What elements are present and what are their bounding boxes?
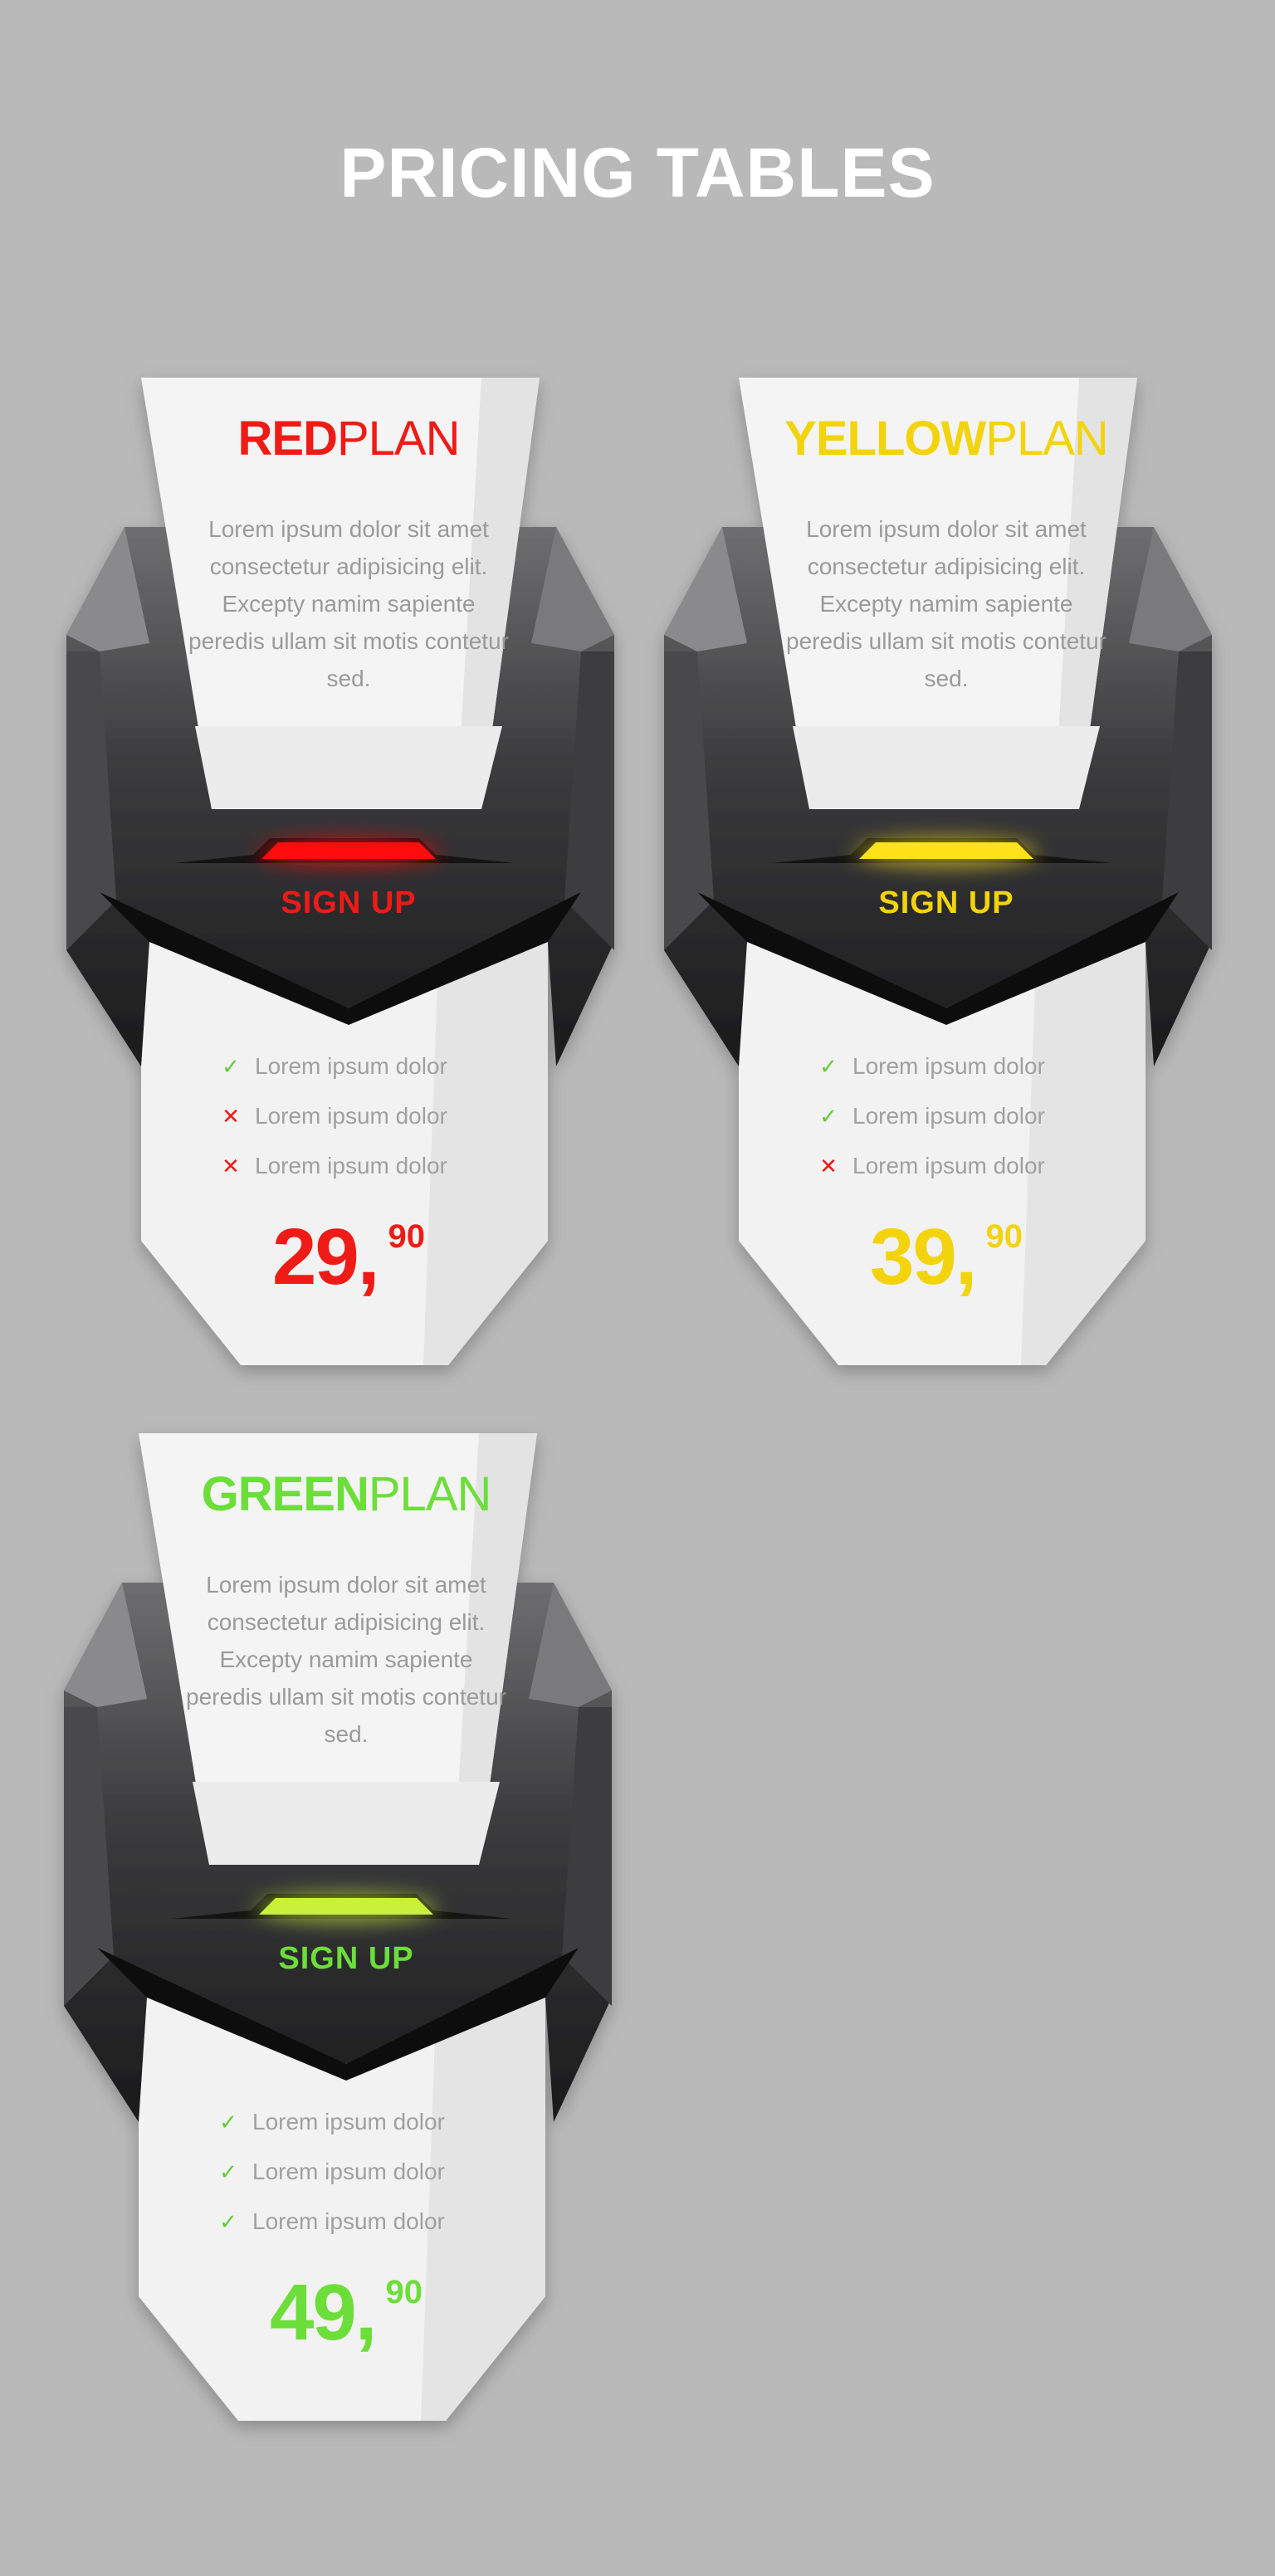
feature-text: Lorem ipsum dolor xyxy=(252,2208,445,2234)
list-item: ✓ Lorem ipsum dolor xyxy=(220,1042,519,1091)
plan-description: Lorem ipsum dolor sit amet consectetur a… xyxy=(188,516,509,691)
feature-text: Lorem ipsum dolor xyxy=(255,1153,447,1178)
cross-icon: ✕ xyxy=(222,1103,240,1129)
list-item: ✕ Lorem ipsum dolor xyxy=(220,1091,519,1141)
sign-up-button[interactable]: SIGN UP xyxy=(222,1941,471,1977)
plan-description: Lorem ipsum dolor sit amet consectetur a… xyxy=(786,516,1106,691)
page-title: PRICING TABLES xyxy=(340,134,935,212)
price-amount: 29, xyxy=(272,1212,379,1301)
feature-text: Lorem ipsum dolor xyxy=(255,1103,447,1129)
plan-title-light: PLAN xyxy=(336,412,461,466)
check-icon: ✓ xyxy=(219,2159,237,2184)
feature-text: Lorem ipsum dolor xyxy=(852,1103,1045,1129)
sign-up-button[interactable]: SIGN UP xyxy=(822,886,1071,921)
cross-icon: ✕ xyxy=(222,1153,240,1178)
check-icon: ✓ xyxy=(219,2208,237,2234)
price-cents: 90 xyxy=(388,1218,425,1255)
list-item: ✓ Lorem ipsum dolor xyxy=(818,1042,1116,1091)
check-icon: ✓ xyxy=(219,2109,237,2134)
price-amount: 39, xyxy=(870,1212,977,1301)
sign-up-button[interactable]: SIGN UP xyxy=(224,886,473,921)
pricing-card-red: REDPLAN Lorem ipsum dolor sit amet conse… xyxy=(66,378,631,1373)
price: 49, 90 xyxy=(130,2267,562,2359)
feature-text: Lorem ipsum dolor xyxy=(252,2159,445,2184)
price: 29, 90 xyxy=(133,1212,564,1303)
list-item: ✓ Lorem ipsum dolor xyxy=(217,2097,516,2147)
plan-title-bold: GREEN xyxy=(201,1467,369,1521)
feature-list: ✓ Lorem ipsum dolor ✓ Lorem ipsum dolor ✓ L… xyxy=(217,2097,516,2247)
check-icon: ✓ xyxy=(222,1053,240,1079)
feature-text: Lorem ipsum dolor xyxy=(252,2109,445,2134)
check-icon: ✓ xyxy=(819,1053,838,1079)
plan-title: REDPLAN xyxy=(133,411,564,466)
cross-icon: ✕ xyxy=(819,1153,838,1178)
check-icon: ✓ xyxy=(819,1103,838,1129)
feature-list: ✓ Lorem ipsum dolor ✓ Lorem ipsum dolor ✕ L… xyxy=(818,1042,1116,1191)
pricing-card-green: GREENPLAN Lorem ipsum dolor sit amet con… xyxy=(64,1433,628,2429)
plan-title-bold: YELLOW xyxy=(784,412,986,466)
status-light xyxy=(859,842,1033,859)
plan-description: Lorem ipsum dolor sit amet consectetur a… xyxy=(186,1572,506,1747)
feature-list: ✓ Lorem ipsum dolor ✕ Lorem ipsum dolor ✕ L… xyxy=(220,1042,519,1191)
list-item: ✓ Lorem ipsum dolor xyxy=(818,1091,1116,1141)
pricing-card-yellow: YELLOWPLAN Lorem ipsum dolor sit amet co… xyxy=(664,378,1229,1373)
list-item: ✓ Lorem ipsum dolor xyxy=(217,2147,516,2197)
list-item: ✕ Lorem ipsum dolor xyxy=(818,1141,1116,1191)
feature-text: Lorem ipsum dolor xyxy=(255,1053,447,1079)
plan-title-light: PLAN xyxy=(368,1467,492,1521)
price-cents: 90 xyxy=(985,1218,1023,1255)
plan-title: YELLOWPLAN xyxy=(730,411,1162,466)
feature-text: Lorem ipsum dolor xyxy=(852,1153,1045,1178)
price: 39, 90 xyxy=(730,1212,1162,1303)
feature-text: Lorem ipsum dolor xyxy=(852,1053,1045,1079)
list-item: ✕ Lorem ipsum dolor xyxy=(220,1141,519,1191)
status-light xyxy=(259,1898,433,1915)
list-item: ✓ Lorem ipsum dolor xyxy=(217,2197,516,2247)
status-light xyxy=(261,842,436,859)
price-amount: 49, xyxy=(270,2268,377,2357)
plan-title-light: PLAN xyxy=(985,412,1109,466)
price-cents: 90 xyxy=(385,2274,423,2310)
plan-title-bold: RED xyxy=(237,412,338,466)
plan-title: GREENPLAN xyxy=(130,1466,562,1522)
